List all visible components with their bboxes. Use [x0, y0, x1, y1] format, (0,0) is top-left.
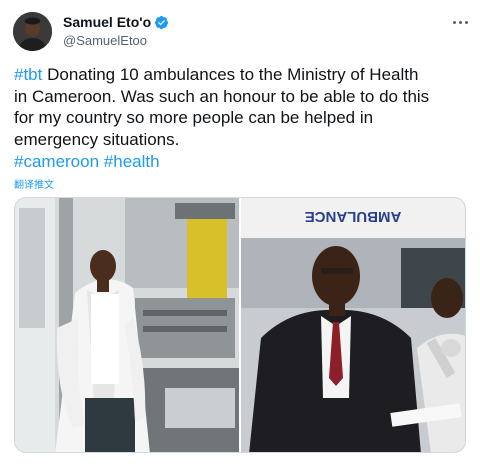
- hashtags-line: #cameroon #health: [14, 151, 160, 172]
- user-avatar-icon: [13, 12, 52, 51]
- ambulance-sign: AMBULANCE: [305, 208, 402, 225]
- verified-badge-icon: [154, 15, 169, 30]
- translate-tweet-link[interactable]: 翻译推文: [14, 176, 54, 191]
- media-grid: AMBULANCE: [14, 197, 466, 453]
- more-options-icon[interactable]: [448, 12, 472, 32]
- tweet-text-line-4: emergency situations.: [14, 129, 180, 149]
- tweet-text-line-1-rest: Donating 10 ambulances to the Ministry o…: [42, 65, 419, 84]
- tweet-text-line-2: in Cameroon. Was such an honour to be ab…: [14, 86, 430, 106]
- tweet-text: #tbt Donating 10 ambulances to the Minis…: [14, 64, 474, 150]
- dot: [464, 20, 468, 24]
- hashtag-tbt[interactable]: #tbt: [14, 65, 42, 84]
- hashtag-cameroon[interactable]: #cameroon: [14, 152, 99, 171]
- tweet-card: Samuel Eto'o @SamuelEtoo #tbt Donating 1…: [0, 0, 480, 467]
- dot: [452, 20, 456, 24]
- photo-ambulance-interior[interactable]: [15, 198, 239, 452]
- ambulance-interior-image: [15, 198, 239, 452]
- handover-ceremony-image: AMBULANCE: [241, 198, 465, 452]
- tweet-text-line-3: for my country so more people can be hel…: [14, 108, 374, 127]
- author-handle[interactable]: @SamuelEtoo: [63, 33, 147, 48]
- author-name-row: Samuel Eto'o: [63, 14, 169, 30]
- tweet-text-line-1: #tbt Donating 10 ambulances to the Minis…: [14, 64, 474, 86]
- author-avatar[interactable]: [13, 12, 52, 51]
- hashtag-health[interactable]: #health: [104, 152, 160, 171]
- dot: [458, 20, 462, 24]
- photo-handover-ceremony[interactable]: AMBULANCE: [241, 198, 465, 452]
- author-display-name[interactable]: Samuel Eto'o: [63, 14, 151, 30]
